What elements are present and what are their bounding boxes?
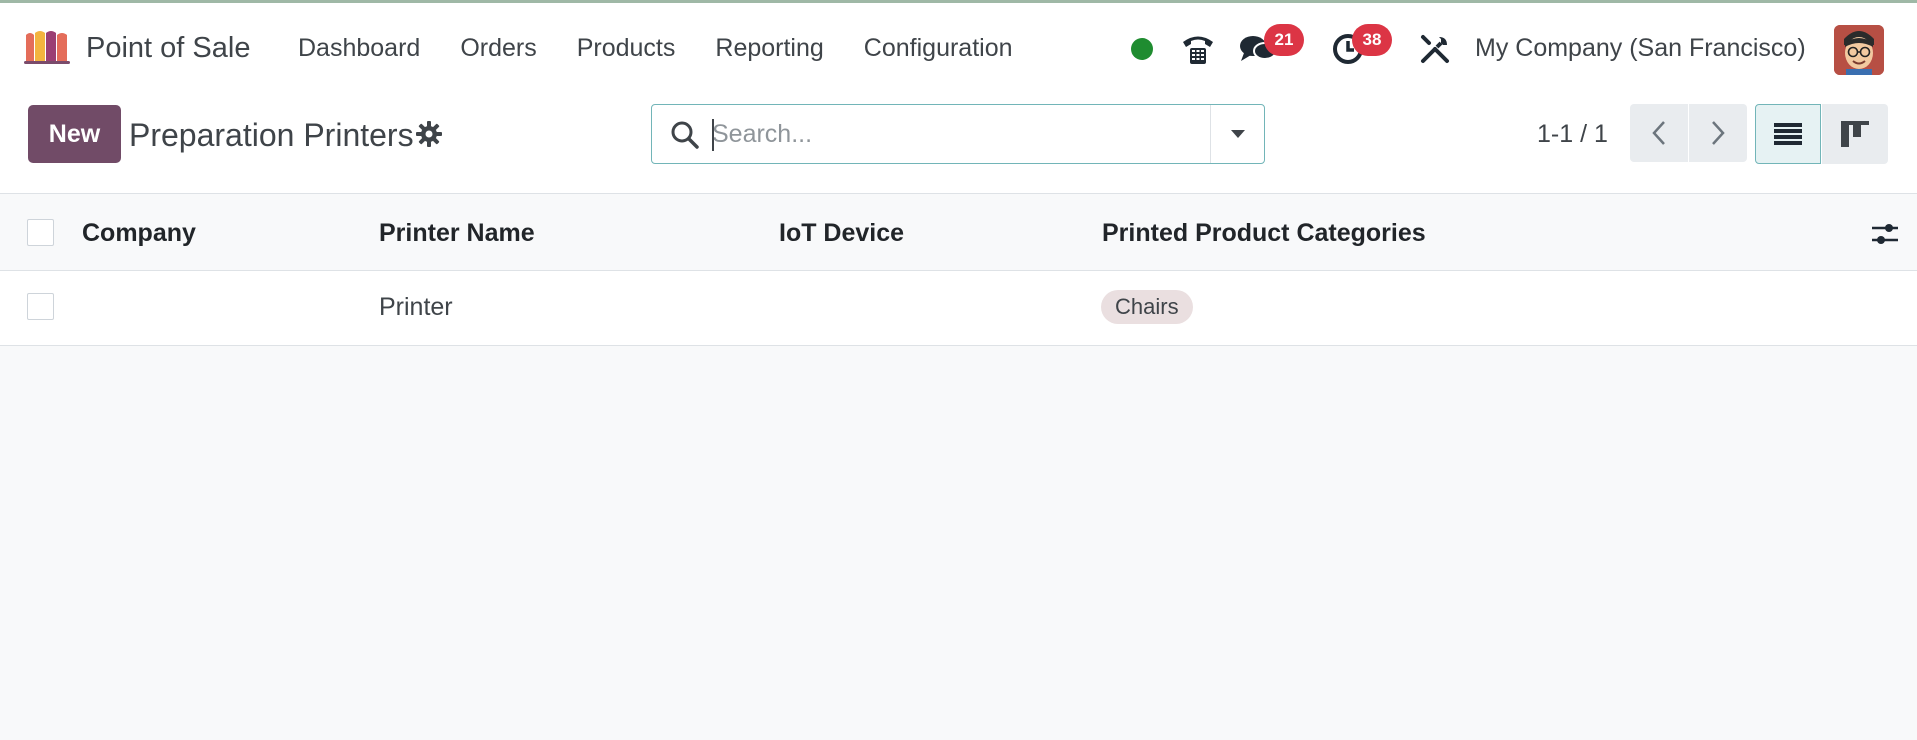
control-panel: New Preparation Printers 1-1 / 1 [0,92,1917,194]
messages-count-badge: 21 [1264,24,1304,56]
debug-tools-icon[interactable] [1416,29,1454,69]
cell-printer-name[interactable]: Printer [379,293,453,322]
menu-item-products[interactable]: Products [577,34,676,63]
row-checkbox[interactable] [27,293,54,320]
pager-next-button[interactable] [1689,104,1747,162]
activities-count-badge: 38 [1352,24,1392,56]
pager-previous-button[interactable] [1630,104,1688,162]
company-switcher[interactable]: My Company (San Francisco) [1475,34,1806,63]
text-cursor [712,119,714,151]
column-header-printer-name[interactable]: Printer Name [379,219,535,248]
new-button[interactable]: New [28,105,121,163]
app-name[interactable]: Point of Sale [86,32,250,65]
search-bar [651,104,1265,164]
kanban-view-button[interactable] [1822,104,1888,164]
search-icon[interactable] [670,120,700,150]
page-title: Preparation Printers [129,117,414,153]
pos-storefront-logo[interactable] [22,29,72,65]
top-navbar: Point of Sale Dashboard Orders Products … [0,0,1917,92]
chevron-right-icon [1712,121,1725,145]
wrench-screwdriver-icon [1421,35,1449,63]
phone-icon[interactable] [1178,29,1218,69]
kanban-view-icon [1841,121,1869,147]
category-tag: Chairs [1101,290,1193,324]
gear-icon[interactable] [415,120,443,148]
caret-down-icon [1230,130,1245,138]
search-input[interactable] [712,113,1192,155]
presence-status-dot [1131,38,1153,60]
avatar-portrait-icon [1834,25,1884,75]
printers-list-table: Company Printer Name IoT Device Printed … [0,195,1917,346]
column-header-company[interactable]: Company [82,219,196,248]
pager-value[interactable]: 1-1 / 1 [1537,120,1608,149]
select-all-checkbox[interactable] [27,219,54,246]
menu-item-configuration[interactable]: Configuration [864,34,1013,63]
column-header-printed-product-categories[interactable]: Printed Product Categories [1102,219,1426,248]
user-avatar[interactable] [1834,25,1884,75]
phone-icon-glyph [1183,36,1213,64]
menu-item-orders[interactable]: Orders [460,34,536,63]
optional-columns-icon[interactable] [1870,219,1900,249]
column-header-iot-device[interactable]: IoT Device [779,219,904,248]
menu-item-dashboard[interactable]: Dashboard [298,34,420,63]
search-options-toggle[interactable] [1210,105,1264,163]
table-row[interactable]: Printer Chairs [0,271,1917,346]
list-view-icon [1774,123,1802,145]
list-view-button[interactable] [1755,104,1821,164]
table-header: Company Printer Name IoT Device Printed … [0,195,1917,271]
menu-item-reporting[interactable]: Reporting [715,34,823,63]
chevron-left-icon [1652,121,1665,145]
main-menu: Dashboard Orders Products Reporting Conf… [298,34,1053,63]
